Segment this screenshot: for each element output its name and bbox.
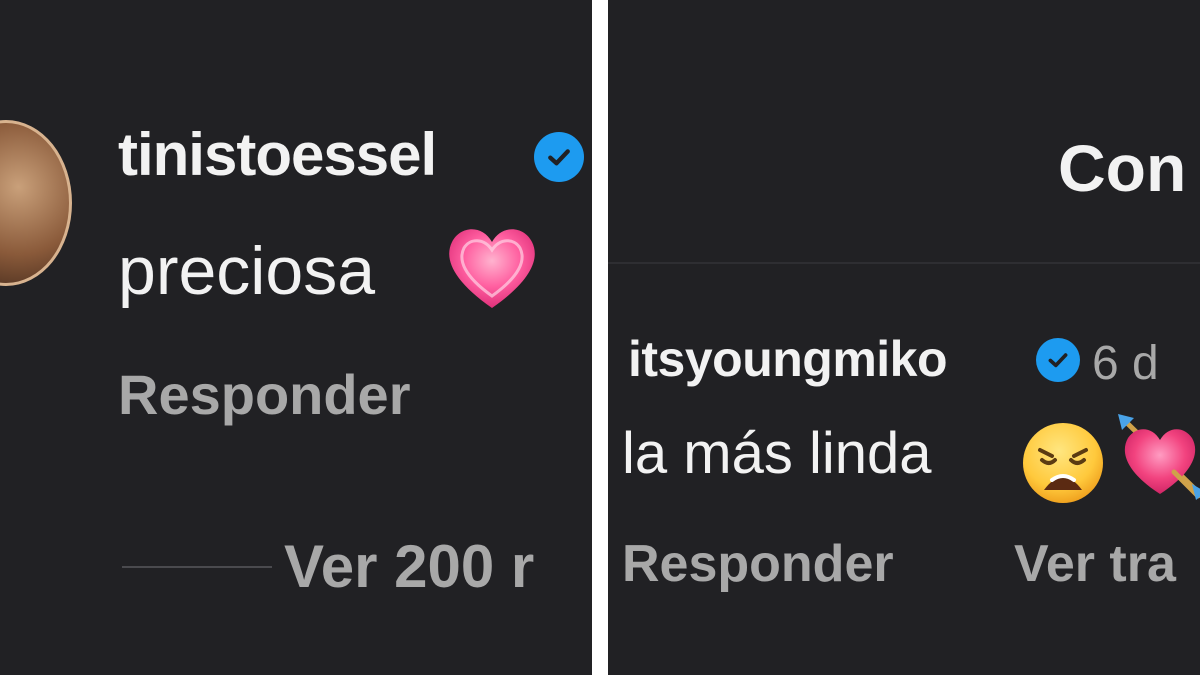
view-replies-button[interactable]: Ver 200 r [284, 532, 534, 601]
comments-header-title: Con [1058, 131, 1187, 205]
comment-username[interactable]: tinistoessel [118, 120, 437, 189]
reply-button[interactable]: Responder [622, 534, 894, 594]
verified-badge-icon [1036, 338, 1080, 382]
header-divider [608, 262, 1200, 264]
reply-button[interactable]: Responder [118, 362, 411, 427]
verified-badge-icon [534, 132, 584, 182]
left-comment-panel: tinistoessel preciosa Responder Ver 200 … [0, 0, 592, 675]
comment-text: la más linda [622, 421, 932, 486]
see-translation-button[interactable]: Ver tra [1014, 534, 1176, 594]
comment-text: preciosa [118, 233, 376, 309]
right-comment-panel: Con itsyoungmiko 6 d la más linda Respon… [608, 0, 1200, 675]
comment-timestamp: 6 d [1092, 337, 1159, 390]
replies-divider [122, 566, 272, 568]
weary-face-icon [1020, 420, 1106, 511]
pink-heart-icon [442, 218, 542, 319]
avatar[interactable] [0, 120, 72, 286]
heart-with-arrow-icon [1114, 410, 1200, 505]
comment-username[interactable]: itsyoungmiko [628, 330, 948, 388]
